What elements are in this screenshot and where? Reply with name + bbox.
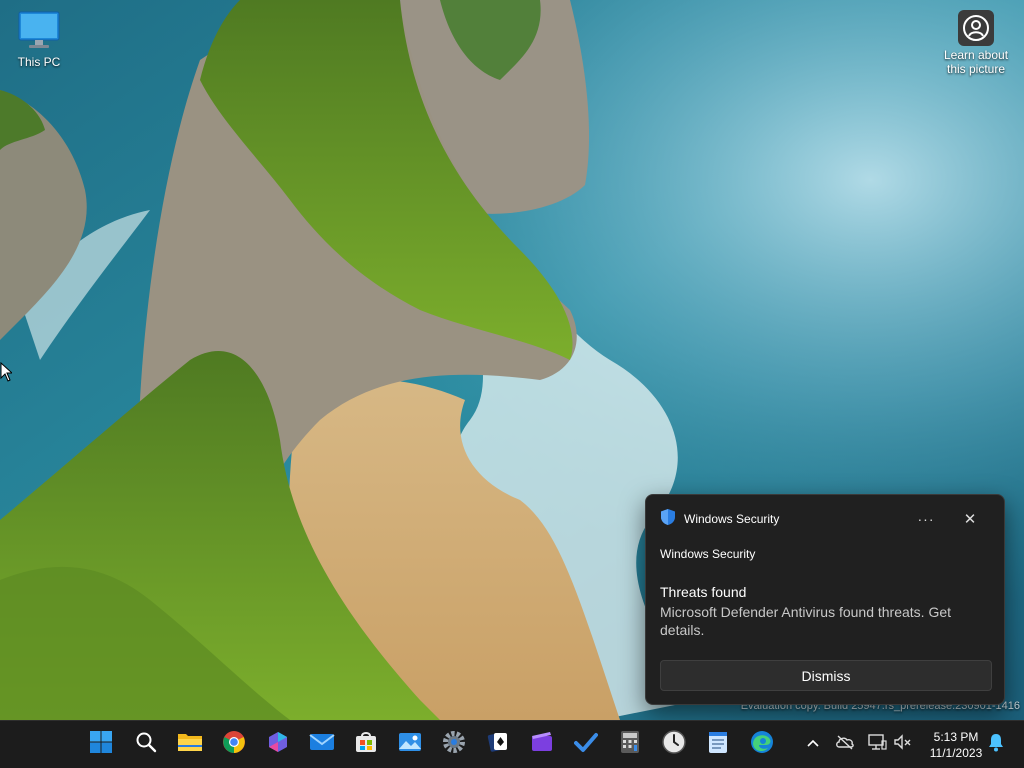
notepad-icon (707, 730, 729, 759)
bell-icon (987, 732, 1005, 757)
copilot-icon (266, 730, 290, 759)
desktop-icon-label: Learn about this picture (943, 48, 1009, 76)
photos-icon (398, 730, 422, 759)
security-toast-notification[interactable]: Windows Security ··· ✕ Windows Security … (645, 494, 1005, 705)
gear-icon (442, 730, 466, 759)
shield-icon (660, 508, 676, 531)
toast-app-name: Windows Security (684, 512, 780, 526)
taskbar-notepad[interactable] (702, 728, 734, 760)
taskbar-photos[interactable] (394, 728, 426, 760)
clock-icon (662, 729, 686, 759)
more-options-button[interactable]: ··· (914, 509, 938, 529)
system-clock[interactable]: 5:13 PM 11/1/2023 (918, 729, 994, 761)
notification-center-button[interactable] (985, 733, 1007, 755)
store-icon (354, 730, 378, 759)
network-icon (867, 733, 887, 756)
cloud-offline-icon (835, 734, 855, 755)
close-icon[interactable]: ✕ (960, 509, 980, 529)
start-button[interactable] (85, 728, 117, 760)
taskbar-edge[interactable] (746, 728, 778, 760)
onedrive-tray-button[interactable] (834, 733, 856, 755)
clock-time: 5:13 PM (933, 730, 979, 744)
calculator-icon (620, 730, 640, 759)
desktop-icon-learn-about-picture[interactable]: Learn about this picture (936, 10, 1016, 76)
todo-check-icon (574, 730, 598, 759)
toast-body: Microsoft Defender Antivirus found threa… (660, 604, 952, 638)
search-button[interactable] (130, 728, 162, 760)
volume-tray-button[interactable] (892, 733, 914, 755)
taskbar-solitaire[interactable] (482, 728, 514, 760)
taskbar-file-explorer[interactable] (174, 728, 206, 760)
search-icon (135, 731, 157, 758)
mail-icon (309, 732, 335, 757)
network-tray-button[interactable] (866, 733, 888, 755)
edge-icon (750, 730, 774, 759)
taskbar-todo[interactable] (570, 728, 602, 760)
taskbar-store[interactable] (350, 728, 382, 760)
taskbar-settings[interactable] (438, 728, 470, 760)
clipchamp-icon (530, 730, 554, 759)
windows-logo-icon (89, 730, 113, 759)
desktop-icon-this-pc[interactable]: This PC (4, 10, 74, 69)
chevron-up-icon (806, 735, 820, 753)
taskbar-mail[interactable] (306, 728, 338, 760)
camera-info-icon (958, 10, 994, 46)
taskbar-calculator[interactable] (614, 728, 646, 760)
cards-icon (486, 730, 510, 759)
toast-header: Windows Security ··· ✕ (660, 508, 990, 531)
volume-muted-icon (893, 733, 913, 756)
taskbar-copilot[interactable] (262, 728, 294, 760)
taskbar-clock-app[interactable] (658, 728, 690, 760)
dismiss-button[interactable]: Dismiss (660, 660, 992, 691)
clock-date: 11/1/2023 (929, 746, 983, 760)
folder-icon (177, 731, 203, 758)
toast-title: Threats found (660, 584, 747, 600)
toast-subtitle: Windows Security (660, 547, 756, 561)
show-hidden-icons-button[interactable] (802, 733, 824, 755)
taskbar-chrome[interactable] (218, 728, 250, 760)
mouse-cursor (0, 361, 14, 387)
chrome-icon (222, 730, 246, 759)
taskbar-clipchamp[interactable] (526, 728, 558, 760)
monitor-icon (17, 11, 61, 53)
desktop-icon-label: This PC (17, 55, 61, 69)
taskbar: 5:13 PM 11/1/2023 (0, 720, 1024, 768)
